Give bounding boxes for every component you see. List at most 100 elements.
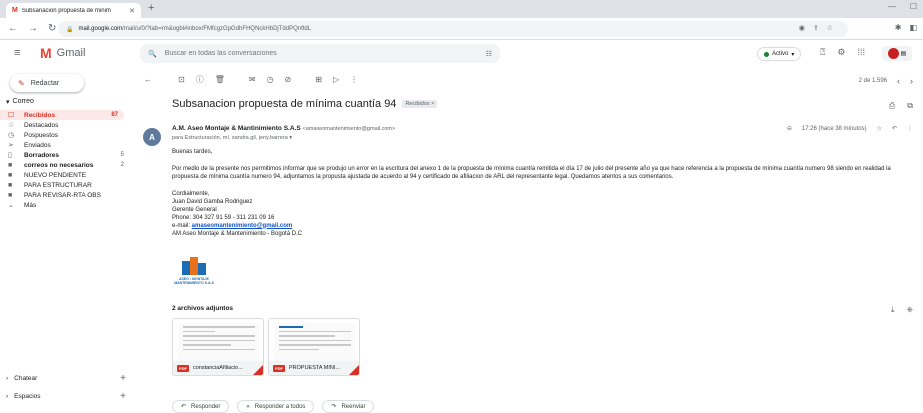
- search-bar[interactable]: 🔍 ☷: [140, 44, 500, 63]
- maximize-icon[interactable]: ☐: [910, 2, 917, 11]
- sender-avatar[interactable]: A: [143, 128, 161, 146]
- add-task-icon[interactable]: ⊘: [285, 75, 292, 84]
- pdf-icon: PDF: [177, 364, 189, 372]
- add-chat-icon[interactable]: +: [120, 373, 126, 384]
- extensions-icon[interactable]: ✱: [895, 23, 902, 32]
- chevron-down-icon: ▾: [791, 51, 795, 58]
- bookmark-star-icon[interactable]: ☆: [827, 24, 833, 32]
- snooze-icon[interactable]: ◷: [267, 75, 274, 84]
- page-corner-icon: [349, 365, 359, 375]
- subject-actions: ⎙ ⧉: [889, 101, 913, 111]
- side-panel-icon[interactable]: ◧: [909, 23, 917, 32]
- label-as-icon[interactable]: ▷: [333, 75, 339, 84]
- search-input[interactable]: [164, 50, 478, 57]
- unread-count: 5: [120, 152, 124, 158]
- mark-unread-icon[interactable]: ✉: [249, 75, 256, 84]
- print-icon[interactable]: ⎙: [889, 101, 895, 111]
- inbox-label-chip[interactable]: Recibidos ×: [402, 100, 438, 108]
- sidebar-spaces-section[interactable]: › Espacios +: [6, 391, 126, 402]
- attachment-card[interactable]: PDF PROPUESTA MINI...: [268, 318, 360, 376]
- minimize-icon[interactable]: —: [888, 2, 896, 11]
- back-to-inbox-icon[interactable]: ←: [144, 75, 152, 84]
- account-button[interactable]: ▤: [882, 46, 912, 61]
- next-icon[interactable]: ›: [910, 76, 913, 86]
- subject-row: Subsanacion propuesta de mínima cuantía …: [172, 98, 438, 110]
- sidebar-item-label: PARA REVISAR-RTA OBS: [24, 191, 101, 199]
- sidebar-item-mas[interactable]: ⌄ Más: [0, 200, 130, 210]
- forward-label: Reenviar: [341, 403, 366, 410]
- reply-all-icon: «: [246, 403, 250, 410]
- sidebar-item-destacados[interactable]: ☆ Destacados: [0, 120, 130, 130]
- delete-icon[interactable]: 🗑: [215, 75, 225, 84]
- sidebar-item-pospuestos[interactable]: ◷ Pospuestos: [0, 130, 130, 140]
- archive-icon[interactable]: ⊡: [178, 75, 185, 84]
- sig-email-row: e-mail: amaseomantenimiento@gmail.com: [172, 222, 917, 230]
- add-space-icon[interactable]: +: [120, 391, 126, 402]
- sidebar-item-enviados[interactable]: ➢ Enviados: [0, 140, 130, 150]
- sidebar: ▾ Correo ☐ Recibidos 87 ☆ Destacados ◷ P…: [0, 96, 130, 210]
- sidebar-item-label: PARA ESTRUCTURAR: [24, 181, 92, 189]
- star-icon[interactable]: ☆: [877, 125, 882, 132]
- download-all-icon[interactable]: ⤓: [891, 305, 895, 315]
- location-icon[interactable]: ◉: [799, 24, 805, 32]
- reply-all-button[interactable]: « Responder a todos: [237, 400, 315, 413]
- back-icon[interactable]: ←: [8, 23, 18, 34]
- sidebar-item-label: Pospuestos: [24, 131, 58, 139]
- add-to-drive-icon[interactable]: ⎈: [907, 305, 913, 315]
- sidebar-item-para-estructurar[interactable]: ■ PARA ESTRUCTURAR: [0, 180, 130, 190]
- pager: 2 de 1.596 ‹ ›: [859, 76, 913, 86]
- reload-icon[interactable]: ↻: [48, 23, 56, 34]
- sidebar-item-borradores[interactable]: ▯ Borradores 5: [0, 150, 130, 160]
- status-dot-icon: [764, 51, 769, 57]
- close-tab-icon[interactable]: ✕: [129, 7, 135, 15]
- status-selector[interactable]: Activo ▾: [757, 47, 802, 61]
- sidebar-item-label: correos no necesarios: [24, 161, 94, 169]
- sidebar-item-label: Más: [24, 201, 37, 209]
- compose-button[interactable]: ✎ Redactar: [10, 74, 84, 92]
- sidebar-chat-section[interactable]: › Chatear +: [6, 373, 126, 384]
- move-to-icon[interactable]: ⊞: [315, 75, 322, 84]
- sender-name[interactable]: A.M. Aseo Montaje & Mantinimiento S.A.S: [172, 125, 301, 132]
- apps-grid-icon[interactable]: ⁞⁞⁞: [857, 47, 865, 58]
- more-options-icon[interactable]: ⋮: [350, 75, 358, 84]
- settings-gear-icon[interactable]: ⚙: [837, 47, 845, 58]
- reply-button[interactable]: ↶ Responder: [172, 400, 230, 413]
- sidebar-item-correos-no-necesarios[interactable]: ■ correos no necesarios 2: [0, 160, 130, 170]
- sidebar-item-para-revisar[interactable]: ■ PARA REVISAR-RTA OBS: [0, 190, 130, 200]
- reply-icon[interactable]: ↶: [892, 125, 897, 132]
- gmail-logo[interactable]: M Gmail: [40, 45, 85, 61]
- browser-tab[interactable]: M Subsanacion propuesta de minim ✕: [6, 3, 141, 18]
- new-tab-button[interactable]: +: [148, 2, 154, 14]
- attachments-actions: ⤓ ⎈: [891, 305, 913, 315]
- message-time: 17:26 (hace 38 minutos): [801, 125, 867, 132]
- sidebar-item-nuevo-pendiente[interactable]: ■ NUEVO PENDIENTE: [0, 170, 130, 180]
- url-bar[interactable]: 🔒 mail.google.com /mail/u/0/?tab=rm&ogbl…: [58, 21, 848, 37]
- sig-email-link[interactable]: amaseomantenimiento@gmail.com: [192, 223, 293, 229]
- main-menu-icon[interactable]: ≡: [14, 47, 20, 59]
- clock-icon: ◷: [8, 132, 15, 139]
- forward-icon[interactable]: →: [28, 23, 38, 34]
- forward-icon: ↷: [331, 404, 337, 410]
- sig-title: Gerente General: [172, 206, 217, 213]
- sidebar-section-header[interactable]: ▾ Correo: [0, 96, 130, 107]
- open-new-window-icon[interactable]: ⧉: [907, 101, 913, 111]
- help-icon[interactable]: ⍰: [820, 47, 825, 58]
- more-message-options-icon[interactable]: ⋮: [907, 125, 913, 132]
- reply-actions: ↶ Responder « Responder a todos ↷ Reenvi…: [172, 400, 375, 413]
- browser-tab-strip: M Subsanacion propuesta de minim ✕ + — ☐: [0, 0, 923, 18]
- attachment-footer: PDF PROPUESTA MINI...: [269, 361, 359, 375]
- attachment-card[interactable]: PDF constanciaAfiliacio...: [172, 318, 264, 376]
- chat-label: Chatear: [14, 375, 38, 382]
- search-icon[interactable]: 🔍: [148, 50, 157, 58]
- previous-icon[interactable]: ‹: [897, 76, 900, 86]
- sidebar-item-recibidos[interactable]: ☐ Recibidos 87: [0, 110, 124, 120]
- search-options-icon[interactable]: ☷: [486, 50, 492, 58]
- recipients[interactable]: para Estructuración, mí, sandra.gil, jen…: [172, 135, 292, 141]
- share-icon[interactable]: ⇪: [813, 24, 819, 32]
- lock-icon: 🔒: [66, 26, 74, 33]
- greeting: Buenas tardes,: [172, 149, 213, 155]
- forward-button[interactable]: ↷ Reenviar: [322, 400, 375, 413]
- tab-title: Subsanacion propuesta de minim: [21, 7, 111, 14]
- sidebar-item-label: Enviados: [24, 141, 51, 149]
- report-spam-icon[interactable]: ⓘ: [196, 74, 204, 85]
